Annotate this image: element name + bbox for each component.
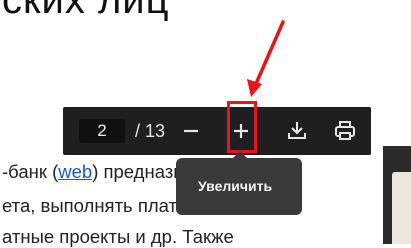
tooltip-caret [233, 151, 247, 158]
side-thumbnail[interactable] [392, 172, 411, 244]
zoom-in-tooltip: Увеличить [176, 158, 302, 215]
